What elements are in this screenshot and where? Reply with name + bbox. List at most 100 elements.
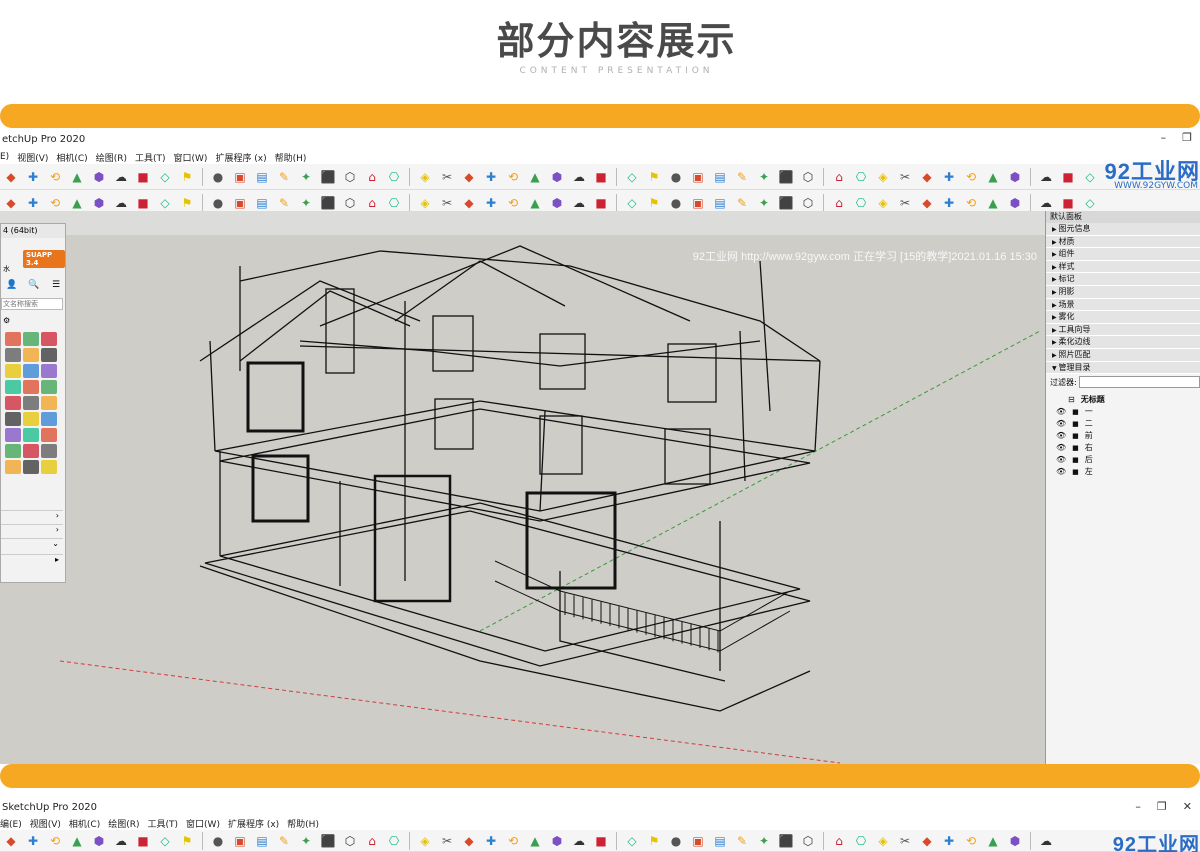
suapp-badge[interactable]: SUAPP 3.4 bbox=[23, 250, 65, 268]
menu-item[interactable]: 绘图(R) bbox=[108, 817, 139, 830]
tool-icon[interactable]: ■ bbox=[1059, 168, 1077, 186]
tool-icon[interactable]: ✦ bbox=[297, 168, 315, 186]
tool-icon[interactable]: ⟲ bbox=[962, 168, 980, 186]
tool-icon[interactable]: ◇ bbox=[1081, 194, 1099, 212]
tool-icon[interactable]: ▲ bbox=[68, 832, 86, 850]
tool-icon[interactable]: ✚ bbox=[482, 168, 500, 186]
tool-icon[interactable]: ⬢ bbox=[90, 194, 108, 212]
tool-icon[interactable]: ◈ bbox=[416, 168, 434, 186]
plugin-tool-icon[interactable] bbox=[41, 348, 57, 362]
outliner-row[interactable]: 👁 ■ 右 bbox=[1056, 442, 1200, 454]
tool-icon[interactable]: ⚑ bbox=[178, 194, 196, 212]
tool-icon[interactable]: ⬡ bbox=[341, 832, 359, 850]
menu-item[interactable]: 编(E) bbox=[0, 817, 22, 830]
tool-icon[interactable]: ⬢ bbox=[548, 168, 566, 186]
tool-icon[interactable]: ✚ bbox=[24, 194, 42, 212]
tray-section[interactable]: ▶ 材质 bbox=[1046, 235, 1200, 249]
tool-icon[interactable]: ⬢ bbox=[90, 832, 108, 850]
plugin-tool-icon[interactable] bbox=[41, 412, 57, 426]
tool-icon[interactable]: ▲ bbox=[984, 194, 1002, 212]
collapse-icon[interactable]: ⊟ bbox=[1068, 394, 1075, 406]
plugin-tool-icon[interactable] bbox=[23, 412, 39, 426]
tool-icon[interactable]: ◇ bbox=[623, 168, 641, 186]
tool-icon[interactable]: ✂ bbox=[896, 194, 914, 212]
tray-section[interactable]: ▶ 柔化边线 bbox=[1046, 336, 1200, 349]
tray-section[interactable]: ▶ 图元信息 bbox=[1046, 223, 1200, 236]
eye-icon[interactable]: 👁 bbox=[1056, 406, 1066, 418]
tool-icon[interactable]: ⟲ bbox=[46, 832, 64, 850]
tool-icon[interactable]: ⬡ bbox=[341, 168, 359, 186]
tool-icon[interactable]: ✦ bbox=[297, 194, 315, 212]
tool-icon[interactable]: ● bbox=[667, 832, 685, 850]
tool-icon[interactable]: ☁ bbox=[1037, 194, 1055, 212]
tool-icon[interactable]: ⌂ bbox=[363, 832, 381, 850]
tool-icon[interactable]: ✦ bbox=[297, 832, 315, 850]
outliner-row[interactable]: 👁 ■ 前 bbox=[1056, 430, 1200, 442]
tool-icon[interactable]: ◆ bbox=[918, 168, 936, 186]
minimize-icon[interactable]: – bbox=[1135, 800, 1141, 813]
tray-section[interactable]: ▶ 场景 bbox=[1046, 298, 1200, 312]
tool-icon[interactable]: ■ bbox=[134, 832, 152, 850]
tool-icon[interactable]: ⌂ bbox=[830, 194, 848, 212]
tool-icon[interactable]: ⬡ bbox=[341, 194, 359, 212]
tool-icon[interactable]: ⟲ bbox=[46, 194, 64, 212]
tool-icon[interactable]: ⎔ bbox=[852, 168, 870, 186]
plugin-tool-icon[interactable] bbox=[5, 412, 21, 426]
tool-icon[interactable]: ✚ bbox=[24, 832, 42, 850]
tool-icon[interactable]: ■ bbox=[134, 194, 152, 212]
tool-icon[interactable]: ⎔ bbox=[852, 832, 870, 850]
tool-icon[interactable]: ⚑ bbox=[645, 168, 663, 186]
tool-icon[interactable]: ⬢ bbox=[548, 194, 566, 212]
tool-icon[interactable]: ◇ bbox=[156, 832, 174, 850]
drawing-viewport[interactable]: 92工业网 http://www.92gyw.com 正在学习 [15的教学]2… bbox=[0, 211, 1045, 764]
tool-icon[interactable]: ✂ bbox=[896, 168, 914, 186]
tool-icon[interactable]: ◈ bbox=[874, 194, 892, 212]
tool-icon[interactable]: ⬡ bbox=[799, 832, 817, 850]
minimize-icon[interactable]: – bbox=[1161, 131, 1167, 144]
tool-icon[interactable]: ⟲ bbox=[504, 168, 522, 186]
menu-item[interactable]: 绘图(R) bbox=[96, 151, 127, 164]
tool-icon[interactable]: ⚑ bbox=[645, 194, 663, 212]
plugin-tool-icon[interactable] bbox=[23, 428, 39, 442]
tray-section[interactable]: ▶ 组件 bbox=[1046, 248, 1200, 261]
close-icon[interactable]: ✕ bbox=[1183, 800, 1192, 813]
tool-icon[interactable]: ⬡ bbox=[799, 168, 817, 186]
tool-icon[interactable]: ● bbox=[667, 194, 685, 212]
plugin-tool-icon[interactable] bbox=[41, 460, 57, 474]
tray-section[interactable]: ▶ 标记 bbox=[1046, 273, 1200, 286]
gear-icon[interactable]: ⚙ bbox=[3, 316, 10, 325]
plugin-tool-icon[interactable] bbox=[5, 332, 21, 346]
outliner-row[interactable]: 👁 ■ 一 bbox=[1056, 406, 1200, 418]
tool-icon[interactable]: ⌂ bbox=[830, 168, 848, 186]
chevron-right-icon[interactable]: ▸ bbox=[1, 554, 63, 566]
plugin-tool-icon[interactable] bbox=[23, 444, 39, 458]
tool-icon[interactable]: ⚑ bbox=[178, 832, 196, 850]
tool-icon[interactable]: ■ bbox=[592, 168, 610, 186]
plugin-tool-icon[interactable] bbox=[5, 460, 21, 474]
plugin-tool-icon[interactable] bbox=[41, 332, 57, 346]
tray-section[interactable]: ▶ 照片匹配 bbox=[1046, 348, 1200, 362]
tool-icon[interactable]: ▲ bbox=[526, 194, 544, 212]
menu-item[interactable]: 帮助(H) bbox=[287, 817, 319, 830]
tool-icon[interactable]: ▣ bbox=[689, 194, 707, 212]
tool-icon[interactable]: ⟲ bbox=[504, 194, 522, 212]
tool-icon[interactable]: ⬡ bbox=[799, 194, 817, 212]
plugin-tool-icon[interactable] bbox=[41, 380, 57, 394]
tool-icon[interactable]: ☁ bbox=[1037, 832, 1055, 850]
tool-icon[interactable]: ◆ bbox=[460, 168, 478, 186]
tool-icon[interactable]: ✦ bbox=[755, 194, 773, 212]
tool-icon[interactable]: ■ bbox=[592, 194, 610, 212]
tray-section[interactable]: ▶ 样式 bbox=[1046, 260, 1200, 274]
menu-item[interactable]: 扩展程序 (x) bbox=[228, 817, 279, 830]
plugin-tool-icon[interactable] bbox=[23, 332, 39, 346]
tool-icon[interactable]: ▣ bbox=[231, 168, 249, 186]
tool-icon[interactable]: ● bbox=[209, 832, 227, 850]
eye-icon[interactable]: 👁 bbox=[1056, 442, 1066, 454]
menu-item[interactable]: 相机(C) bbox=[56, 151, 87, 164]
tool-icon[interactable]: ▲ bbox=[526, 832, 544, 850]
restore-icon[interactable]: ❐ bbox=[1157, 800, 1167, 813]
tray-section[interactable]: ▶ 阴影 bbox=[1046, 285, 1200, 299]
plugin-tool-icon[interactable] bbox=[23, 364, 39, 378]
eye-icon[interactable]: 👁 bbox=[1056, 430, 1066, 442]
tool-icon[interactable]: ⬢ bbox=[1006, 832, 1024, 850]
